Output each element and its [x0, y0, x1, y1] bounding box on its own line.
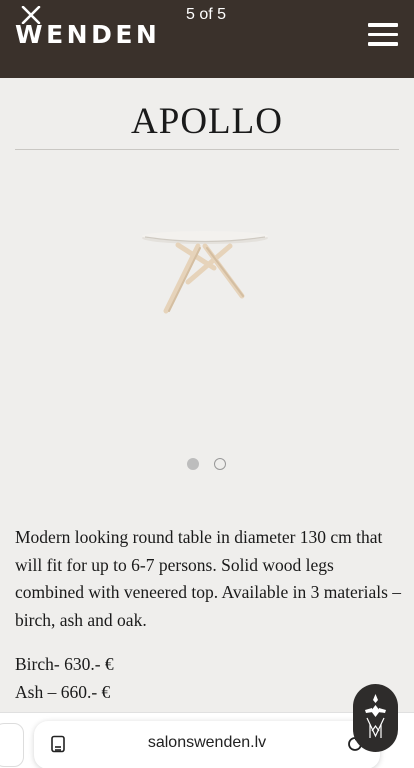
page-title: APOLLO	[131, 101, 283, 142]
carousel-dot-1[interactable]	[187, 458, 199, 470]
product-description: Modern looking round table in diameter 1…	[15, 527, 402, 630]
title-divider	[15, 149, 399, 150]
brand-logo[interactable]: WENDEN	[15, 20, 160, 49]
carousel-indicator	[187, 458, 226, 470]
round-table-image	[142, 231, 268, 314]
salon-logo-icon	[365, 694, 386, 738]
url-text: salonswenden.lv	[147, 734, 267, 751]
previous-tab[interactable]	[0, 723, 24, 767]
carousel-dot-2[interactable]	[214, 458, 226, 470]
hamburger-menu-icon[interactable]	[368, 23, 400, 49]
image-counter: 5 of 5	[186, 6, 227, 23]
price-birch: Birch- 630.- €	[15, 654, 114, 674]
floating-chat-button[interactable]	[353, 684, 398, 752]
top-bar: WENDEN 5 of 5	[0, 0, 414, 78]
price-ash: Ash – 660.- €	[15, 681, 111, 702]
address-bar[interactable]: salonswenden.lv	[34, 721, 380, 768]
browser-toolbar: salonswenden.lv	[0, 712, 414, 768]
